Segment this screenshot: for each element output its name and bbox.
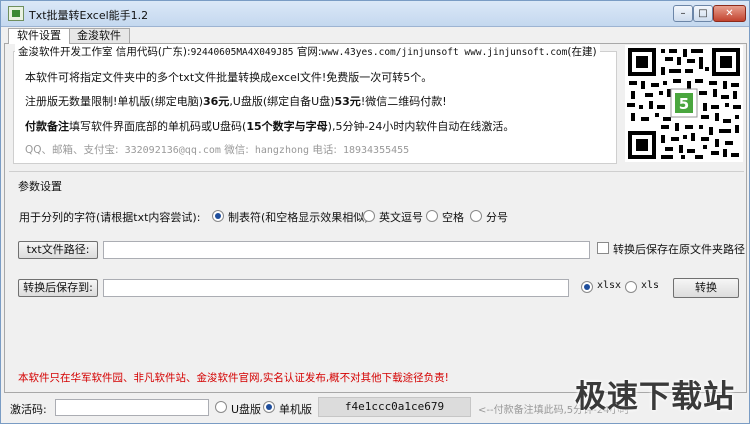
price-usb: 53元: [334, 95, 361, 108]
pricing-text-b: ,U盘版(绑定自备U盘): [229, 95, 335, 108]
contact-email: 332092136@qq.com: [118, 145, 221, 156]
same-folder-checkbox[interactable]: [597, 242, 609, 254]
radio-format-xls[interactable]: [625, 281, 637, 293]
wechat-label: 微信:: [220, 144, 249, 156]
payment-text-a: 填写软件界面底部的单机码或U盘码(: [69, 120, 247, 133]
header-site-label: 官网:: [293, 46, 322, 58]
phone-number: 18934355455: [336, 145, 410, 156]
qr-code: 5: [625, 45, 743, 162]
window-title: Txt批量转Excel能手1.2: [29, 9, 149, 22]
radio-format-xlsx[interactable]: [581, 281, 593, 293]
wechat-id: hangzhong: [248, 145, 310, 156]
radio-standalone-edition[interactable]: [263, 401, 275, 413]
contact-label: QQ、邮箱、支付宝:: [25, 144, 119, 156]
svg-text:5: 5: [679, 95, 689, 113]
machine-code-display: f4e1ccc0a1ce679: [318, 397, 471, 417]
pricing-text-c: !微信二维码付款!: [360, 95, 447, 108]
info-line-contact: QQ、邮箱、支付宝: 332092136@qq.com 微信: hangzhon…: [25, 142, 409, 157]
activation-label: 激活码:: [10, 403, 47, 416]
radio-space-separator[interactable]: [426, 210, 438, 222]
radio-tab-separator[interactable]: [212, 210, 224, 222]
usb-edition-label: U盘版: [231, 403, 262, 416]
info-line-pricing: 注册版无数量限制!单机版(绑定电脑)36元,U盘版(绑定自备U盘)53元!微信二…: [25, 93, 447, 109]
price-standalone: 36元: [203, 95, 230, 108]
tab-jinjun-software[interactable]: 金浚软件: [68, 28, 130, 43]
radio-tab-label: 制表符(和空格显示效果相似): [228, 211, 369, 224]
header-prefix: 金浚软件开发工作室 信用代码(广东):: [18, 46, 191, 58]
radio-semicolon-label: 分号: [486, 211, 508, 224]
radio-space-label: 空格: [442, 211, 464, 224]
payment-text-b: ),5分钟-24小时内软件自动在线激活。: [327, 120, 515, 133]
txt-path-input[interactable]: [103, 241, 590, 259]
format-xls-label: xls: [641, 280, 660, 291]
activation-code-input[interactable]: [55, 399, 209, 416]
close-icon: ✕: [725, 8, 734, 19]
radio-semicolon-separator[interactable]: [470, 210, 482, 222]
convert-button[interactable]: 转换: [673, 278, 739, 298]
close-button[interactable]: ✕: [713, 5, 746, 22]
save-to-button[interactable]: 转换后保存到:: [18, 279, 98, 297]
radio-comma-label: 英文逗号: [379, 211, 423, 224]
info-header: 金浚软件开发工作室 信用代码(广东):92440605MA4X049J85 官网…: [15, 44, 600, 59]
tab-software-settings[interactable]: 软件设置: [8, 28, 70, 44]
radio-comma-separator[interactable]: [363, 210, 375, 222]
header-suffix: (在建): [567, 46, 597, 58]
watermark-logo: 极速下载站: [575, 379, 735, 415]
distribution-warning: 本软件只在华军软件园、非凡软件站、金浚软件官网,实名认证发布,概不对其他下载途径…: [18, 372, 449, 384]
minimize-icon: –: [680, 8, 686, 19]
separator-label: 用于分列的字符(请根据txt内容尝试):: [19, 211, 201, 224]
txt-path-button[interactable]: txt文件路径:: [18, 241, 98, 259]
credit-code: 92440605MA4X049J85: [190, 47, 294, 58]
website-links: www.43yes.com/jinjunsoft www.jinjunsoft.…: [321, 47, 568, 58]
params-divider: [9, 171, 744, 172]
title-bar: Txt批量转Excel能手1.2 – □ ✕: [1, 1, 749, 27]
standalone-edition-label: 单机版: [279, 403, 312, 416]
app-icon: [8, 6, 24, 21]
info-line-payment: 付款备注填写软件界面底部的单机码或U盘码(15个数字与字母),5分钟-24小时内…: [25, 118, 514, 134]
save-to-input[interactable]: [103, 279, 569, 297]
minimize-button[interactable]: –: [673, 5, 693, 22]
payment-code-format: 15个数字与字母: [246, 120, 328, 133]
app-window: Txt批量转Excel能手1.2 – □ ✕ 软件设置 金浚软件 金浚软件开发工…: [0, 0, 750, 424]
maximize-icon: □: [698, 8, 708, 19]
format-xlsx-label: xlsx: [597, 280, 622, 291]
radio-usb-edition[interactable]: [215, 401, 227, 413]
maximize-button[interactable]: □: [693, 5, 713, 22]
same-folder-label: 转换后保存在原文件夹路径: [613, 243, 745, 256]
pricing-text-a: 注册版无数量限制!单机版(绑定电脑): [25, 95, 203, 108]
phone-label: 电话:: [309, 144, 337, 156]
params-legend: 参数设置: [15, 178, 65, 194]
info-line-intro: 本软件可将指定文件夹中的多个txt文件批量转换成excel文件!免费版一次可转5…: [25, 71, 433, 84]
payment-note-title: 付款备注: [25, 120, 69, 133]
